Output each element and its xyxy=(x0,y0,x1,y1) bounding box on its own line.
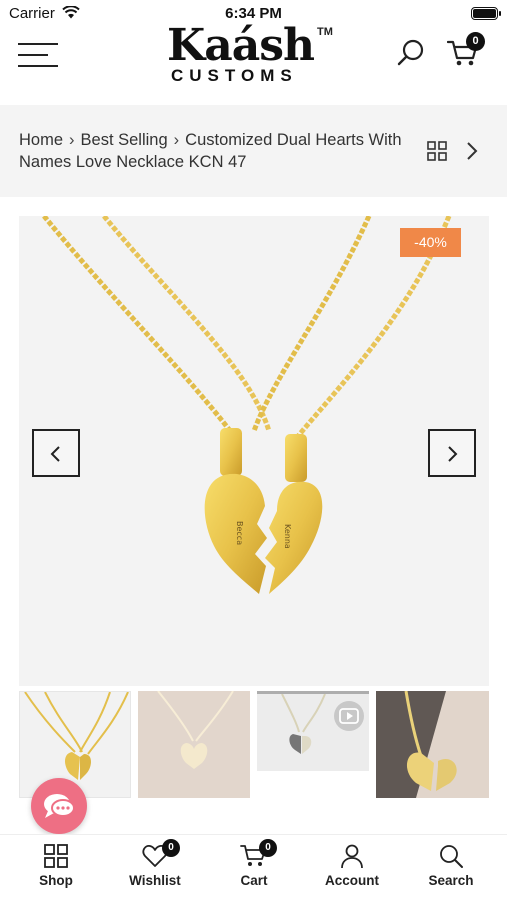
logo-subtitle: CUSTOMS xyxy=(171,66,298,85)
battery-icon xyxy=(471,7,501,20)
tab-shop-label: Shop xyxy=(39,873,73,888)
logo-trademark: TM xyxy=(317,26,333,38)
tab-cart-label: Cart xyxy=(240,873,268,888)
grid-view-icon[interactable] xyxy=(427,141,447,161)
bottom-tab-bar: Shop 0 Wishlist 0 Cart Account Search xyxy=(0,834,507,900)
thumbnail-necklace-image xyxy=(157,691,234,769)
tab-wishlist-label: Wishlist xyxy=(129,873,181,888)
tab-search-label: Search xyxy=(428,873,474,888)
tab-account[interactable]: Account xyxy=(302,843,402,897)
breadcrumb-bar: Home › Best Selling › Customized Dual Hearts… xyxy=(0,105,507,197)
logo-wordmark: Kaásh xyxy=(167,20,315,71)
wishlist-count-badge: 0 xyxy=(162,839,180,857)
tab-account-label: Account xyxy=(325,873,379,888)
thumbnail-necklace-image xyxy=(281,694,364,754)
search-icon xyxy=(440,845,463,868)
chevron-right-icon: › xyxy=(173,131,180,149)
necklace-photo: Becca Kenna xyxy=(42,216,452,594)
product-main-image[interactable]: Becca Kenna xyxy=(19,216,489,686)
chat-bubble-icon xyxy=(44,794,75,818)
chevron-right-icon xyxy=(448,446,458,462)
chevron-right-icon: › xyxy=(69,131,75,149)
tab-shop[interactable]: Shop xyxy=(6,843,106,897)
thumbnail-necklace-image xyxy=(376,691,489,798)
brand-logo[interactable]: Kaásh TM CUSTOMS xyxy=(165,20,340,90)
breadcrumb-current: Customized Dual Hearts With Names Love N… xyxy=(19,131,402,171)
grid-icon xyxy=(44,844,68,868)
cart-count-badge: 0 xyxy=(466,32,485,51)
previous-image-button[interactable] xyxy=(32,429,80,477)
cart-tab-count-badge: 0 xyxy=(259,839,277,857)
user-icon xyxy=(341,844,363,869)
thumbnail-necklace-image xyxy=(24,692,129,780)
breadcrumb-home[interactable]: Home xyxy=(19,131,63,149)
next-product-chevron-icon[interactable] xyxy=(465,141,479,161)
thumbnail-2[interactable] xyxy=(138,691,250,798)
hamburger-menu-icon[interactable] xyxy=(18,43,58,67)
svg-text:Kenna: Kenna xyxy=(283,524,292,549)
discount-badge: -40% xyxy=(400,228,461,257)
svg-text:Becca: Becca xyxy=(235,521,244,545)
tab-cart[interactable]: 0 Cart xyxy=(204,839,304,897)
tab-wishlist[interactable]: 0 Wishlist xyxy=(105,839,205,897)
chevron-left-icon xyxy=(50,446,60,462)
chat-button[interactable] xyxy=(31,778,87,834)
thumbnail-3-video[interactable] xyxy=(257,691,369,771)
thumbnail-4[interactable] xyxy=(376,691,489,798)
thumbnail-1[interactable] xyxy=(19,691,131,798)
app-header: Kaásh TM CUSTOMS 0 xyxy=(0,20,507,104)
search-icon[interactable] xyxy=(396,38,426,68)
breadcrumb: Home › Best Selling › Customized Dual Hearts… xyxy=(19,129,409,173)
tab-search[interactable]: Search xyxy=(401,843,501,897)
breadcrumb-category[interactable]: Best Selling xyxy=(81,131,168,149)
next-image-button[interactable] xyxy=(428,429,476,477)
